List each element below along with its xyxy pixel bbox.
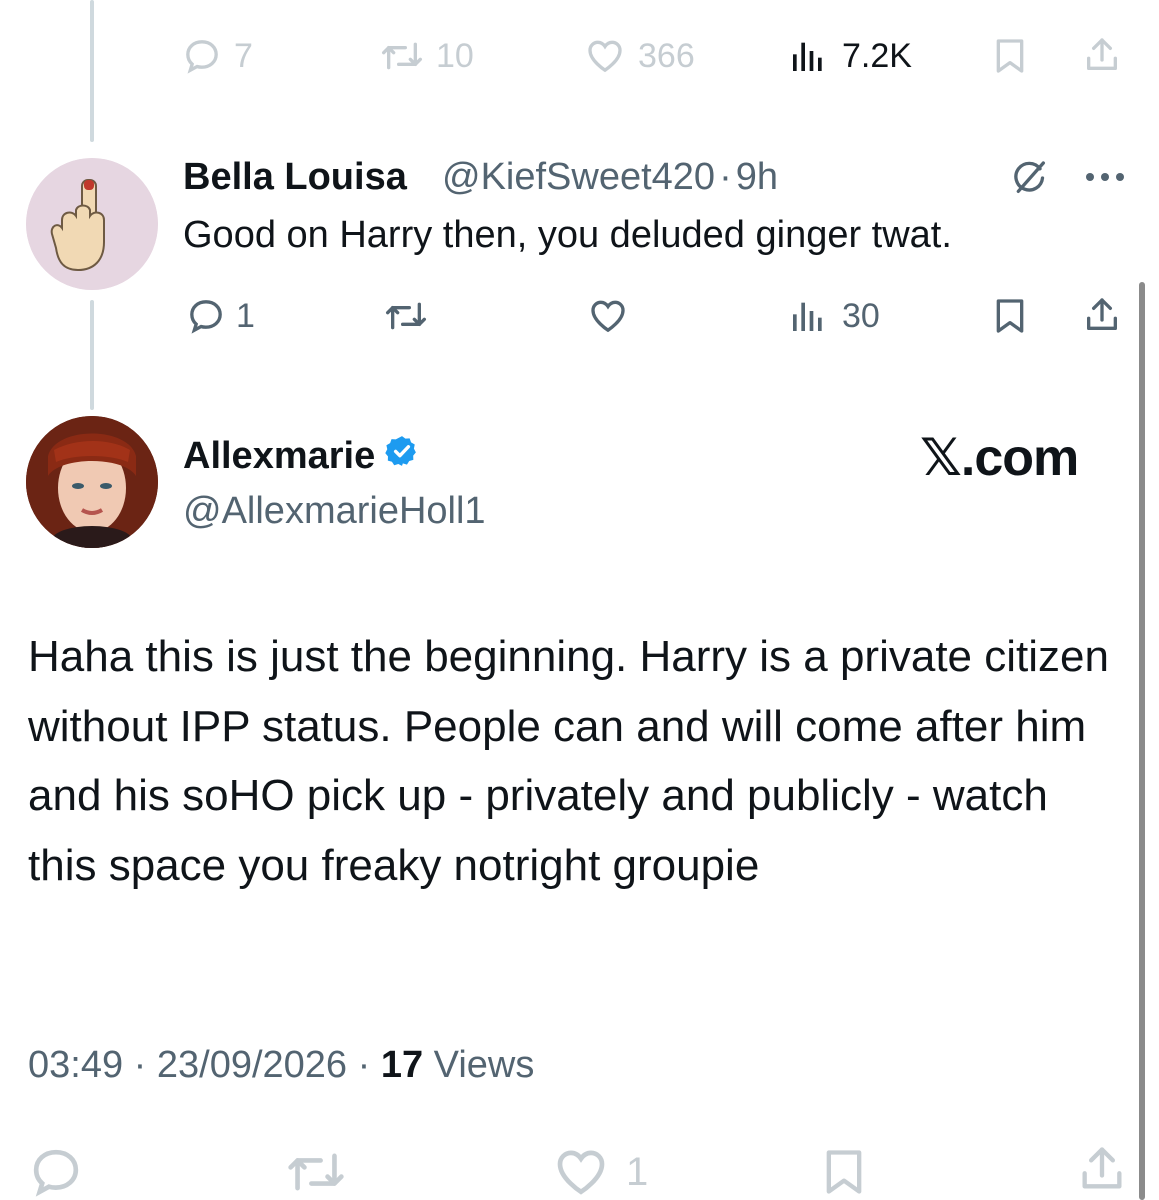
analytics-icon <box>788 296 828 336</box>
post-reply-button[interactable] <box>28 1144 84 1200</box>
top-share-button[interactable] <box>1082 34 1122 76</box>
avatar-allexmarie[interactable] <box>26 416 158 548</box>
reply-author-handle[interactable]: @KiefSweet420 <box>442 156 715 198</box>
share-icon <box>1076 1140 1128 1198</box>
heart-icon <box>584 36 626 76</box>
post-text: Haha this is just the beginning. Harry i… <box>28 632 1109 890</box>
top-bookmark-button[interactable] <box>990 36 1030 76</box>
reply-share-button[interactable] <box>1082 294 1122 336</box>
repost-icon <box>286 1144 346 1200</box>
reply-icon <box>182 36 222 76</box>
thread-line-top <box>90 0 94 142</box>
reply-repost-button[interactable] <box>384 296 440 336</box>
post-date[interactable]: 23/09/2026 <box>157 1044 347 1086</box>
meta-separator: · <box>123 1044 157 1086</box>
post-like-count: 1 <box>626 1150 649 1194</box>
reply-author-meta: @KiefSweet420 · 9h <box>442 156 778 199</box>
share-icon <box>1082 34 1122 76</box>
reply-icon <box>186 296 226 336</box>
reply-separator: · <box>719 156 732 198</box>
post-like-button[interactable]: 1 <box>552 1144 648 1200</box>
reply-bookmark-button[interactable] <box>990 296 1030 336</box>
grok-icon[interactable] <box>1008 158 1052 203</box>
share-icon <box>1082 294 1122 336</box>
reply-icon <box>28 1144 84 1200</box>
bookmark-icon <box>990 296 1030 336</box>
reply-views-button[interactable]: 30 <box>788 296 880 336</box>
avatar-bella-louisa[interactable] <box>26 158 158 290</box>
post-meta: 03:49 · 23/09/2026 · 17 Views <box>28 1044 534 1087</box>
top-views-button[interactable]: 7.2K <box>788 36 912 76</box>
heart-icon <box>586 296 630 336</box>
post-views-count: 17 <box>380 1044 424 1086</box>
reply-author-name[interactable]: Bella Louisa <box>183 156 407 199</box>
heart-icon <box>552 1144 610 1200</box>
top-repost-button[interactable]: 10 <box>380 36 474 76</box>
post-bookmark-button[interactable] <box>818 1144 870 1200</box>
top-like-button[interactable]: 366 <box>584 36 695 76</box>
analytics-icon <box>788 36 828 76</box>
reply-time[interactable]: 9h <box>736 156 778 198</box>
post-time[interactable]: 03:49 <box>28 1044 123 1086</box>
bookmark-icon <box>990 36 1030 76</box>
more-options-icon[interactable] <box>1084 170 1128 189</box>
bookmark-icon <box>818 1144 870 1200</box>
post-repost-button[interactable] <box>286 1144 346 1200</box>
meta-separator: · <box>347 1044 381 1086</box>
top-reply-count: 7 <box>234 37 253 75</box>
top-like-count: 366 <box>638 37 695 75</box>
reply-reply-button[interactable]: 1 <box>186 296 255 336</box>
scrollbar[interactable] <box>1139 282 1145 1200</box>
reply-views-count: 30 <box>842 297 880 335</box>
top-reply-button[interactable]: 7 <box>182 36 253 76</box>
top-views-count: 7.2K <box>842 37 912 75</box>
thread-line-bottom <box>90 300 94 410</box>
repost-icon <box>384 296 428 336</box>
reply-reply-count: 1 <box>236 297 255 335</box>
x-watermark: 𝕏.com <box>920 429 1079 487</box>
post-author-name[interactable]: Allexmarie <box>183 435 375 478</box>
post-share-button[interactable] <box>1076 1140 1128 1198</box>
post-views-label: Views <box>423 1044 535 1086</box>
top-repost-count: 10 <box>436 37 474 75</box>
repost-icon <box>380 36 424 76</box>
post-author-name-row: Allexmarie <box>183 434 419 478</box>
post-author-handle[interactable]: @AllexmarieHoll1 <box>183 490 486 533</box>
reply-text: Good on Harry then, you deluded ginger t… <box>183 214 952 256</box>
reply-like-button[interactable] <box>586 296 642 336</box>
verified-badge-icon <box>385 434 419 478</box>
